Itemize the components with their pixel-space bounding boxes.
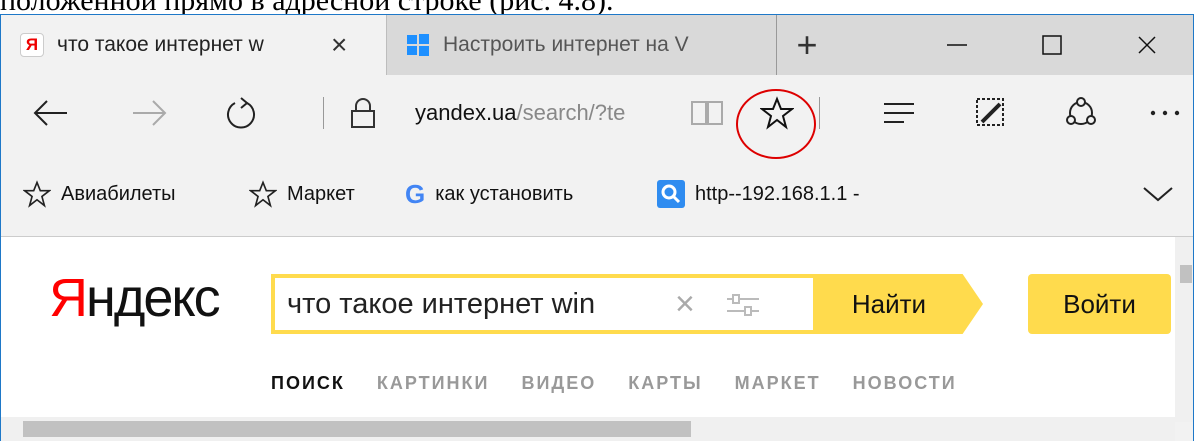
tab-yandex[interactable]: Я что такое интернет w × [1, 15, 386, 75]
search-settings-button[interactable] [725, 292, 761, 323]
separator [323, 97, 324, 129]
horizontal-scrollbar[interactable] [1, 417, 1175, 441]
scrollbar-thumb[interactable] [23, 421, 691, 437]
favorite-item[interactable]: Маркет [249, 151, 355, 237]
service-tab-search[interactable]: ПОИСК [271, 373, 345, 394]
search-submit-button[interactable]: Найти [813, 274, 983, 334]
favorite-item[interactable]: Авиабилеты [23, 151, 176, 237]
favorites-overflow-button[interactable] [1141, 151, 1175, 237]
refresh-button[interactable] [213, 75, 269, 151]
search-box: что такое интернет win × [271, 274, 827, 334]
service-tab-images[interactable]: КАРТИНКИ [377, 373, 490, 394]
tab-close-button[interactable]: × [331, 29, 347, 61]
book-icon [691, 101, 723, 125]
maximize-icon [1041, 35, 1062, 55]
yandex-logo[interactable]: Яндекс [49, 267, 221, 329]
minimize-icon [946, 44, 967, 46]
hub-button[interactable] [871, 75, 927, 151]
browser-window: Я что такое интернет w × Настроить интер… [0, 14, 1194, 441]
favorite-item[interactable]: http--192.168.1.1 - [657, 151, 860, 237]
back-button[interactable] [23, 75, 79, 151]
web-page: Яндекс что такое интернет win × Найти Во… [1, 237, 1175, 417]
more-button[interactable] [1137, 75, 1193, 151]
forward-button[interactable] [121, 75, 177, 151]
ellipsis-icon [1150, 110, 1180, 116]
google-g-icon: G [405, 178, 426, 209]
web-note-button[interactable] [963, 75, 1019, 151]
separator [819, 97, 820, 129]
service-tab-news[interactable]: НОВОСТИ [853, 373, 957, 394]
star-outline-icon [249, 180, 277, 208]
yandex-favicon-icon: Я [19, 32, 45, 58]
minimize-button[interactable] [909, 15, 1004, 75]
refresh-icon [227, 97, 255, 129]
web-note-icon [976, 98, 1004, 126]
search-input[interactable]: что такое интернет win [287, 278, 667, 330]
favorite-item[interactable]: G как установить [405, 151, 573, 237]
address-bar[interactable]: yandex.ua/search/?te [415, 75, 685, 151]
service-tab-maps[interactable]: КАРТЫ [628, 373, 702, 394]
close-window-button[interactable] [1099, 15, 1193, 75]
forward-arrow-icon [133, 100, 167, 126]
close-icon [1137, 36, 1156, 54]
services-nav: ПОИСК КАРТИНКИ ВИДЕО КАРТЫ МАРКЕТ НОВОСТ… [271, 373, 989, 394]
vertical-scrollbar[interactable] [1175, 237, 1193, 422]
tab-title: что такое интернет w [57, 33, 264, 56]
search-q-icon [657, 180, 685, 208]
sliders-icon [727, 294, 759, 316]
highlight-circle-annotation [736, 89, 816, 159]
navigation-bar: yandex.ua/search/?te [1, 75, 1193, 151]
tab-bar: Я что такое интернет w × Настроить интер… [1, 15, 1193, 75]
login-button[interactable]: Войти [1028, 274, 1171, 334]
tab-windows[interactable]: Настроить интернет на V [386, 15, 776, 75]
favorites-bar: Авиабилеты Маркет G как установить http-… [1, 151, 1193, 237]
maximize-button[interactable] [1004, 15, 1099, 75]
hub-icon [884, 103, 914, 123]
clear-search-button[interactable]: × [675, 286, 695, 322]
share-button[interactable] [1053, 75, 1109, 151]
chevron-down-icon [1143, 187, 1173, 202]
windows-logo-icon [405, 32, 431, 58]
back-arrow-icon [33, 100, 67, 126]
tab-title: Настроить интернет на V [443, 33, 689, 56]
share-icon [1066, 97, 1096, 125]
lock-icon [341, 75, 385, 151]
service-tab-video[interactable]: ВИДЕО [521, 373, 596, 394]
new-tab-button[interactable]: + [776, 15, 837, 75]
service-tab-market[interactable]: МАРКЕТ [735, 373, 821, 394]
scrollbar-thumb[interactable] [1180, 265, 1192, 283]
reading-view-button[interactable] [685, 75, 729, 151]
star-outline-icon [23, 180, 51, 208]
